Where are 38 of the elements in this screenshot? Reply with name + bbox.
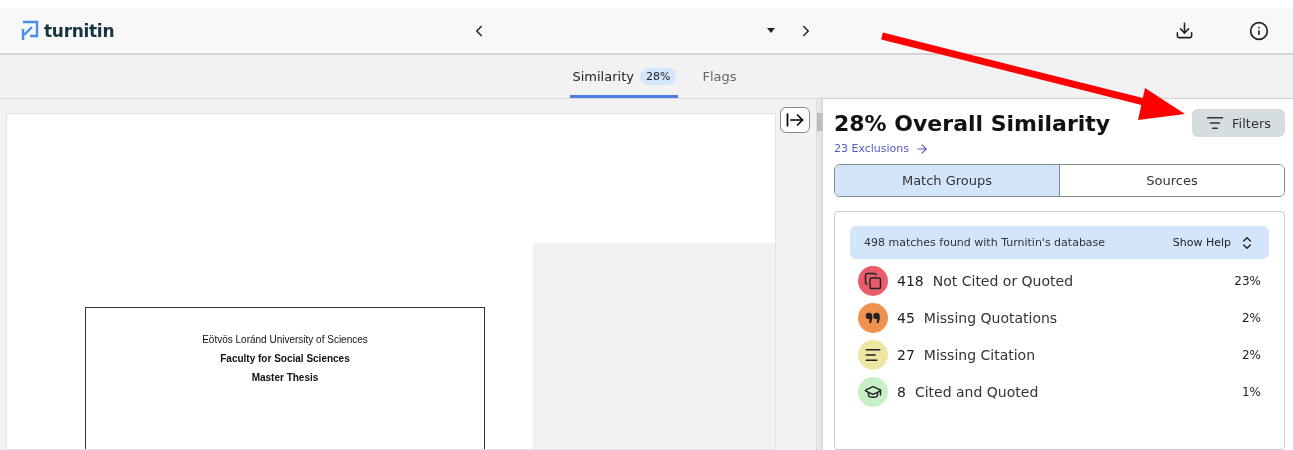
- match-count: 27: [897, 346, 915, 363]
- download-button[interactable]: [1175, 21, 1194, 40]
- info-icon: [1249, 20, 1269, 41]
- filter-icon: [1206, 114, 1225, 132]
- match-group-label: Missing Citation: [923, 346, 1037, 363]
- cover-text: Faculty for Social Sciences: [220, 353, 350, 364]
- quote-icon: [865, 311, 881, 324]
- match-group-label: Cited and Quoted: [914, 383, 1040, 400]
- match-percent: 23%: [1234, 273, 1261, 288]
- arrow-from-line-icon: [785, 110, 805, 130]
- match-percent: 2%: [1241, 310, 1261, 325]
- dropdown-button[interactable]: [767, 28, 775, 33]
- copy-icon: [864, 271, 882, 290]
- view-tab[interactable]: Match Groups: [835, 165, 1059, 196]
- collapse-panel-button[interactable]: [780, 107, 810, 133]
- caret-icon: [767, 28, 775, 33]
- match-count: 418: [897, 272, 924, 289]
- match-group-label: Not Cited or Quoted: [932, 272, 1075, 289]
- tab[interactable]: Flags: [700, 55, 739, 98]
- match-group-label: Missing Quotations: [923, 309, 1059, 326]
- cover-text: Master Thesis: [251, 372, 319, 383]
- similarity-title: 28% Overall Similarity: [834, 110, 1111, 136]
- download-icon: [1175, 21, 1194, 40]
- logo-icon: [20, 19, 40, 42]
- view-tab[interactable]: Sources: [1059, 165, 1284, 196]
- match-count: 45: [897, 309, 915, 326]
- filters-button[interactable]: Filters: [1192, 109, 1285, 137]
- match-percent: 2%: [1241, 347, 1261, 362]
- info-button[interactable]: [1249, 20, 1269, 41]
- logo: turnitin: [44, 20, 115, 41]
- arrow-right-icon: [915, 141, 930, 156]
- exclusions-link[interactable]: 23 Exclusions: [834, 141, 930, 156]
- cover-text: Eötvös Loránd University of Sciences: [202, 334, 368, 345]
- summary-text: 498 matches found with Turnitin's database: [864, 236, 1107, 249]
- match-count: 8: [897, 383, 906, 400]
- show-help-button[interactable]: Show Help: [1172, 234, 1255, 251]
- match-percent: 1%: [1241, 384, 1261, 399]
- percentage-badge: 28%: [639, 68, 677, 85]
